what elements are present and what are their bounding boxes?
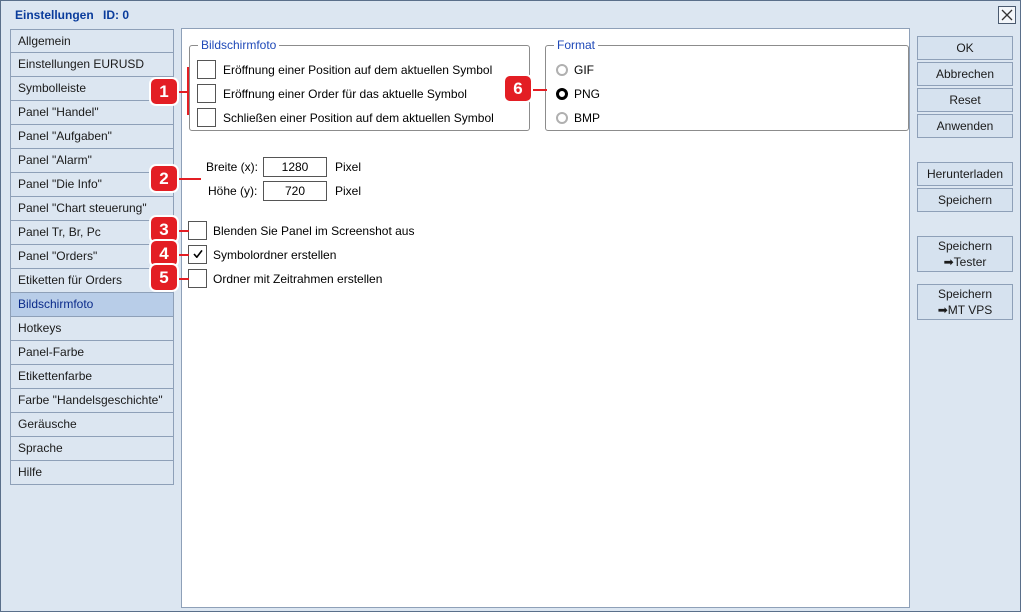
sidebar-item-sprache[interactable]: Sprache — [10, 437, 174, 461]
marker-6: 6 — [505, 76, 531, 101]
width-unit: Pixel — [335, 160, 362, 174]
download-button[interactable]: Herunterladen — [917, 162, 1013, 186]
sidebar-item-panel-orders[interactable]: Panel "Orders" — [10, 245, 174, 269]
sidebar-item-hotkeys[interactable]: Hotkeys — [10, 317, 174, 341]
marker-6-line — [529, 89, 547, 91]
sidebar-item-einstellungen-symbol[interactable]: Einstellungen EURUSD — [10, 53, 174, 77]
screenshot-trigger-group: Bildschirmfoto Eröffnung einer Position … — [189, 38, 530, 131]
sidebar-item-panel-handel[interactable]: Panel "Handel" — [10, 101, 174, 125]
radio-bmp[interactable] — [556, 112, 568, 124]
radio-png[interactable] — [556, 88, 568, 100]
label-png: PNG — [574, 87, 601, 101]
width-label: Breite (x): — [206, 160, 259, 174]
marker-4: 4 — [151, 241, 177, 266]
label-open-position: Eröffnung einer Position auf dem aktuell… — [223, 63, 493, 77]
settings-sidebar: Allgemein Einstellungen EURUSD Symbollei… — [10, 29, 174, 485]
sidebar-item-etiketten-orders[interactable]: Etiketten für Orders — [10, 269, 174, 293]
height-unit: Pixel — [335, 184, 362, 198]
save-button[interactable]: Speichern — [917, 188, 1013, 212]
apply-button[interactable]: Anwenden — [917, 114, 1013, 138]
radio-gif[interactable] — [556, 64, 568, 76]
label-close-position: Schließen einer Position auf dem aktuell… — [223, 111, 494, 125]
marker-4-line — [175, 254, 189, 256]
ok-button[interactable]: OK — [917, 36, 1013, 60]
label-timeframe-folder: Ordner mit Zeitrahmen erstellen — [213, 272, 383, 286]
save-vps-line2: ➡MT VPS — [937, 303, 993, 317]
marker-5-line — [175, 278, 189, 280]
save-tester-line2: ➡Tester — [943, 255, 987, 269]
sidebar-item-geraeusche[interactable]: Geräusche — [10, 413, 174, 437]
checkbox-hide-panel[interactable] — [188, 221, 207, 240]
cancel-button[interactable]: Abbrechen — [917, 62, 1013, 86]
marker-2: 2 — [151, 166, 177, 191]
sidebar-item-etikettenfarbe[interactable]: Etikettenfarbe — [10, 365, 174, 389]
settings-window: Einstellungen ID: 0 Allgemein Einstellun… — [0, 0, 1021, 612]
label-gif: GIF — [574, 63, 594, 77]
format-group-title: Format — [554, 38, 599, 52]
height-input[interactable]: 720 — [263, 181, 327, 201]
sidebar-item-panel-alarm[interactable]: Panel "Alarm" — [10, 149, 174, 173]
close-icon — [1001, 9, 1013, 21]
checkbox-open-position[interactable] — [197, 60, 216, 79]
label-hide-panel: Blenden Sie Panel im Screenshot aus — [213, 224, 415, 238]
sidebar-item-panel-info[interactable]: Panel "Die Info" — [10, 173, 174, 197]
format-group: Format GIF PNG BMP — [545, 38, 909, 131]
label-bmp: BMP — [574, 111, 601, 125]
close-button[interactable] — [998, 6, 1016, 24]
marker-3: 3 — [151, 217, 177, 242]
sidebar-item-panel-tr-br-pc[interactable]: Panel Tr, Br, Pc — [10, 221, 174, 245]
sidebar-item-allgemein[interactable]: Allgemein — [10, 29, 174, 53]
sidebar-item-hilfe[interactable]: Hilfe — [10, 461, 174, 485]
checkbox-close-position[interactable] — [197, 108, 216, 127]
save-tester-button[interactable]: Speichern ➡Tester — [917, 236, 1013, 272]
save-vps-line1: Speichern — [937, 287, 993, 301]
sidebar-item-panel-farbe[interactable]: Panel-Farbe — [10, 341, 174, 365]
marker-1: 1 — [151, 79, 177, 104]
window-id-label: ID: 0 — [103, 8, 130, 22]
label-open-order: Eröffnung einer Order für das aktuelle S… — [223, 87, 467, 101]
reset-button[interactable]: Reset — [917, 88, 1013, 112]
marker-1-bracket — [187, 67, 189, 115]
marker-3-line — [175, 230, 189, 232]
screenshot-group-title: Bildschirmfoto — [198, 38, 280, 52]
checkbox-open-order[interactable] — [197, 84, 216, 103]
sidebar-item-symbolleiste[interactable]: Symbolleiste — [10, 77, 174, 101]
sidebar-item-bildschirmfoto[interactable]: Bildschirmfoto — [10, 293, 174, 317]
checkmark-icon — [193, 250, 203, 258]
sidebar-item-farbe-handelsgeschichte[interactable]: Farbe "Handelsgeschichte" — [10, 389, 174, 413]
save-tester-line1: Speichern — [937, 239, 993, 253]
save-vps-button[interactable]: Speichern ➡MT VPS — [917, 284, 1013, 320]
checkbox-symbol-folder[interactable] — [188, 245, 207, 264]
sidebar-item-panel-aufgaben[interactable]: Panel "Aufgaben" — [10, 125, 174, 149]
settings-content-panel: Bildschirmfoto Eröffnung einer Position … — [181, 28, 910, 608]
label-symbol-folder: Symbolordner erstellen — [213, 248, 337, 262]
window-title: Einstellungen ID: 0 — [15, 8, 135, 22]
height-label: Höhe (y): — [208, 184, 258, 198]
marker-5: 5 — [151, 265, 177, 290]
marker-2-line — [175, 178, 201, 180]
width-input[interactable]: 1280 — [263, 157, 327, 177]
sidebar-item-panel-chart-steuerung[interactable]: Panel "Chart steuerung" — [10, 197, 174, 221]
window-title-text: Einstellungen — [15, 8, 94, 22]
checkbox-timeframe-folder[interactable] — [188, 269, 207, 288]
